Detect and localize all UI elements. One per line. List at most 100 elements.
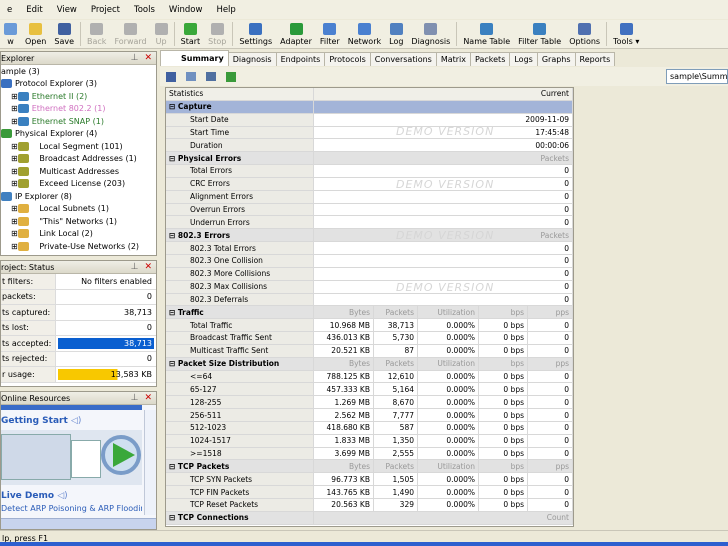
close-icon[interactable]: ✕: [144, 393, 152, 403]
tab-graphs[interactable]: Graphs: [536, 52, 576, 66]
expand-icon[interactable]: ⊞: [11, 204, 18, 213]
pin-icon[interactable]: ⊥: [131, 262, 139, 272]
filter-button[interactable]: Filter: [316, 23, 344, 48]
stat-value: 2009-11-09: [314, 113, 573, 126]
section-row[interactable]: ⊟ Physical Errors Packets: [166, 152, 573, 166]
expand-icon[interactable]: ⊞: [11, 179, 18, 188]
stat-value: 0.000%: [418, 447, 479, 460]
tab-endpoints[interactable]: Endpoints: [275, 52, 326, 66]
section-column-label: pps: [528, 460, 573, 473]
stat-label: Start Date: [166, 113, 314, 126]
section-row[interactable]: ⊟ Traffic Bytes Packets Utilization bps pps: [166, 306, 573, 320]
vertical-scrollbar[interactable]: [144, 410, 156, 515]
log-button[interactable]: Log: [385, 23, 407, 48]
column-header-current[interactable]: Current: [314, 88, 573, 100]
forward-button[interactable]: Forward: [110, 23, 150, 48]
back-button[interactable]: Back: [83, 23, 110, 48]
section-row[interactable]: ⊟ Capture: [166, 100, 573, 114]
section-row[interactable]: ⊟ TCP Connections Count: [166, 511, 573, 525]
section-row[interactable]: ⊟ Packet Size Distribution Bytes Packets Ut…: [166, 357, 573, 371]
tree-item[interactable]: ⊞ Local Subnets (1): [1, 203, 156, 216]
tools-button[interactable]: Tools ▾: [609, 23, 643, 48]
expand-icon[interactable]: ⊞: [11, 242, 18, 251]
tree-item[interactable]: ⊞ Exceed License (203): [1, 178, 156, 191]
save-button[interactable]: Save: [50, 23, 78, 48]
tree-item[interactable]: Protocol Explorer (3): [1, 78, 156, 91]
arp-link[interactable]: Detect ARP Poisoning & ARP Flooding: [1, 504, 142, 513]
expand-icon[interactable]: ⊞: [11, 229, 18, 238]
expand-icon[interactable]: ⊞: [11, 142, 18, 151]
menu-project[interactable]: Project: [84, 5, 127, 15]
tab-packets[interactable]: Packets: [470, 52, 511, 66]
getting-started-link[interactable]: Getting Start ◁): [1, 410, 156, 430]
expand-icon[interactable]: ⊞: [11, 167, 18, 176]
close-icon[interactable]: ✕: [144, 262, 152, 272]
expand-icon[interactable]: ⊞: [11, 104, 18, 113]
tree-item[interactable]: ⊞ Multicast Addresses: [1, 165, 156, 178]
tab-summary[interactable]: Summary: [160, 50, 229, 66]
stat-value: 0: [314, 190, 573, 203]
options-button[interactable]: Options: [565, 23, 604, 48]
status-value: No filters enabled: [56, 274, 156, 289]
menu-e[interactable]: e: [0, 5, 19, 15]
column-header-statistics[interactable]: Statistics: [166, 88, 314, 100]
section-row[interactable]: ⊟ 802.3 Errors Packets: [166, 229, 573, 243]
save-icon[interactable]: [166, 71, 176, 82]
filter-table-button[interactable]: Filter Table: [514, 23, 565, 48]
stop-button[interactable]: Stop: [204, 23, 230, 48]
name-table-button[interactable]: Name Table: [459, 23, 514, 48]
video-thumbnail[interactable]: [1, 430, 142, 485]
tree-item[interactable]: Physical Explorer (4): [1, 128, 156, 141]
tree-item[interactable]: ⊞ "This" Networks (1): [1, 215, 156, 228]
tab-conversations[interactable]: Conversations: [369, 52, 437, 66]
expand-icon[interactable]: ⊞: [11, 154, 18, 163]
refresh-icon[interactable]: [226, 71, 236, 82]
pin-icon[interactable]: ⊥: [131, 53, 139, 63]
columns-icon[interactable]: [186, 72, 196, 81]
menu-tools[interactable]: Tools: [127, 5, 162, 15]
network-button[interactable]: Network: [344, 23, 385, 48]
tree-item[interactable]: ⊞ Link Local (2): [1, 228, 156, 241]
w-button[interactable]: w: [0, 23, 21, 48]
start-button[interactable]: Start: [177, 23, 205, 48]
expand-icon[interactable]: ⊞: [11, 217, 18, 226]
up-button[interactable]: Up: [151, 23, 172, 48]
tab-protocols[interactable]: Protocols: [324, 52, 371, 66]
menu-help[interactable]: Help: [209, 5, 242, 15]
live-demo-link[interactable]: Live Demo ◁): [1, 485, 156, 504]
diagnosis-button[interactable]: Diagnosis: [407, 23, 454, 48]
horizontal-scrollbar[interactable]: [1, 518, 156, 529]
tree-item[interactable]: ample (3): [1, 65, 156, 78]
pin-icon[interactable]: ⊥: [131, 393, 139, 403]
settings-button[interactable]: Settings: [235, 23, 276, 48]
tree-item[interactable]: ⊞ Local Segment (101): [1, 140, 156, 153]
expand-icon[interactable]: ⊞: [11, 117, 18, 126]
menu-window[interactable]: Window: [162, 5, 210, 15]
tab-matrix[interactable]: Matrix: [435, 52, 472, 66]
tree-item[interactable]: ⊞ Ethernet 802.2 (1): [1, 103, 156, 116]
tree-item[interactable]: ⊞ Ethernet SNAP (1): [1, 115, 156, 128]
tab-reports[interactable]: Reports: [574, 52, 616, 66]
status-value-text: 0: [146, 354, 152, 364]
tab-diagnosis[interactable]: Diagnosis: [227, 52, 277, 66]
explorer-header: Explorer ⊥ ✕: [1, 52, 156, 65]
stat-label: 65-127: [166, 383, 314, 396]
section-row[interactable]: ⊟ TCP Packets Bytes Packets Utilization bps p…: [166, 460, 573, 474]
expand-icon[interactable]: ⊞: [11, 92, 18, 101]
adapter-button[interactable]: Adapter: [276, 23, 316, 48]
open-button[interactable]: Open: [21, 23, 50, 48]
filter-label: Filter: [319, 37, 340, 46]
menu-edit[interactable]: Edit: [19, 5, 49, 15]
tree-item[interactable]: ⊞ Broadcast Addresses (1): [1, 153, 156, 166]
menu-view[interactable]: View: [50, 5, 84, 15]
save-label: Save: [54, 37, 75, 46]
view-icon[interactable]: [206, 72, 216, 81]
tree-item[interactable]: ⊞ Private-Use Networks (2): [1, 240, 156, 253]
tree-item[interactable]: ⊞ Ethernet II (2): [1, 90, 156, 103]
stat-value: 17:45:48: [314, 126, 573, 139]
path-input[interactable]: sample\Summary: [666, 69, 728, 84]
tab-logs[interactable]: Logs: [509, 52, 538, 66]
tree-item[interactable]: IP Explorer (8): [1, 190, 156, 203]
close-icon[interactable]: ✕: [144, 53, 152, 63]
